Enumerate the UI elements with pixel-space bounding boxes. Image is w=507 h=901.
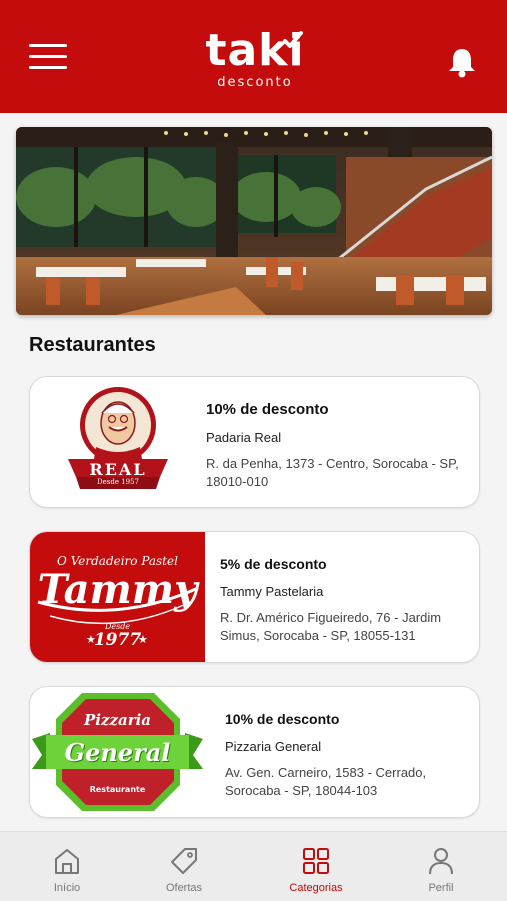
nav-item-inicio[interactable]: Início <box>17 832 117 901</box>
menu-icon-line <box>29 66 67 69</box>
restaurant-logo: REAL Desde 1957 <box>30 377 205 507</box>
menu-button[interactable] <box>29 44 69 70</box>
user-icon <box>429 848 453 875</box>
restaurant-info: 10% de desconto Padaria Real R. da Penha… <box>206 377 463 491</box>
restaurant-address: Av. Gen. Carneiro, 1583 - Cerrado, Soroc… <box>225 765 427 798</box>
nav-item-categorias[interactable]: Categorias <box>266 832 366 901</box>
nav-label: Ofertas <box>165 882 203 894</box>
tag-icon <box>171 848 197 874</box>
nav-label: Perfil <box>428 882 454 894</box>
padaria-real-logo <box>68 387 168 489</box>
star-icon: ★ <box>86 634 96 646</box>
app-header: taki desconto <box>0 0 507 113</box>
restaurant-name: Tammy Pastelaria <box>220 584 324 599</box>
bottom-navigation: Início Ofertas Categorias Perfil <box>0 831 507 901</box>
section-title: Restaurantes <box>29 334 156 356</box>
restaurant-logo: O Verdadeiro Pastel Tammy Desde 1977 ★ ★ <box>30 532 205 662</box>
menu-icon-line <box>29 55 67 58</box>
restaurant-card[interactable]: O Verdadeiro Pastel Tammy Desde 1977 ★ ★… <box>29 531 480 663</box>
restaurant-logo: Pizzaria General Restaurante <box>30 687 205 817</box>
discount-label: 5% de desconto <box>220 556 327 572</box>
logo-text: Tammy <box>37 566 198 613</box>
logo-since: Desde 1957 <box>96 478 139 486</box>
restaurant-name: Pizzaria General <box>225 739 322 754</box>
logo-text: REAL <box>89 460 147 479</box>
menu-icon <box>29 44 67 47</box>
checkmark-icon <box>283 31 303 48</box>
restaurant-name: Padaria Real <box>206 430 282 445</box>
restaurant-address: R. Dr. Américo Figueiredo, 76 - Jardim S… <box>220 610 442 643</box>
nav-label: Início <box>53 882 81 894</box>
restaurant-interior-image <box>16 127 492 315</box>
app-logo: taki desconto <box>190 28 320 98</box>
restaurant-address: R. da Penha, 1373 - Centro, Sorocaba - S… <box>206 456 459 489</box>
featured-banner[interactable] <box>16 127 492 315</box>
logo-year: 1977 <box>93 630 142 650</box>
logo-top-text: Pizzaria <box>83 711 152 729</box>
discount-label: 10% de desconto <box>206 401 329 418</box>
nav-item-ofertas[interactable]: Ofertas <box>134 832 234 901</box>
home-icon <box>55 849 79 874</box>
logo-text: General <box>64 738 171 767</box>
notifications-button[interactable] <box>444 44 480 80</box>
grid-icon <box>303 848 329 874</box>
discount-label: 10% de desconto <box>225 711 340 727</box>
nav-label: Categorias <box>289 882 343 894</box>
nav-item-perfil[interactable]: Perfil <box>391 832 491 901</box>
restaurant-info: 5% de desconto Tammy Pastelaria R. Dr. A… <box>220 532 463 645</box>
logo-bottom-text: Restaurante <box>89 785 146 794</box>
bell-icon <box>449 49 475 78</box>
restaurant-card[interactable]: Pizzaria General Restaurante 10% de desc… <box>29 686 480 818</box>
brand-subtitle: desconto <box>217 75 293 90</box>
star-icon: ★ <box>138 634 148 646</box>
restaurant-card[interactable]: REAL Desde 1957 10% de desconto Padaria … <box>29 376 480 508</box>
restaurant-info: 10% de desconto Pizzaria General Av. Gen… <box>225 687 463 800</box>
